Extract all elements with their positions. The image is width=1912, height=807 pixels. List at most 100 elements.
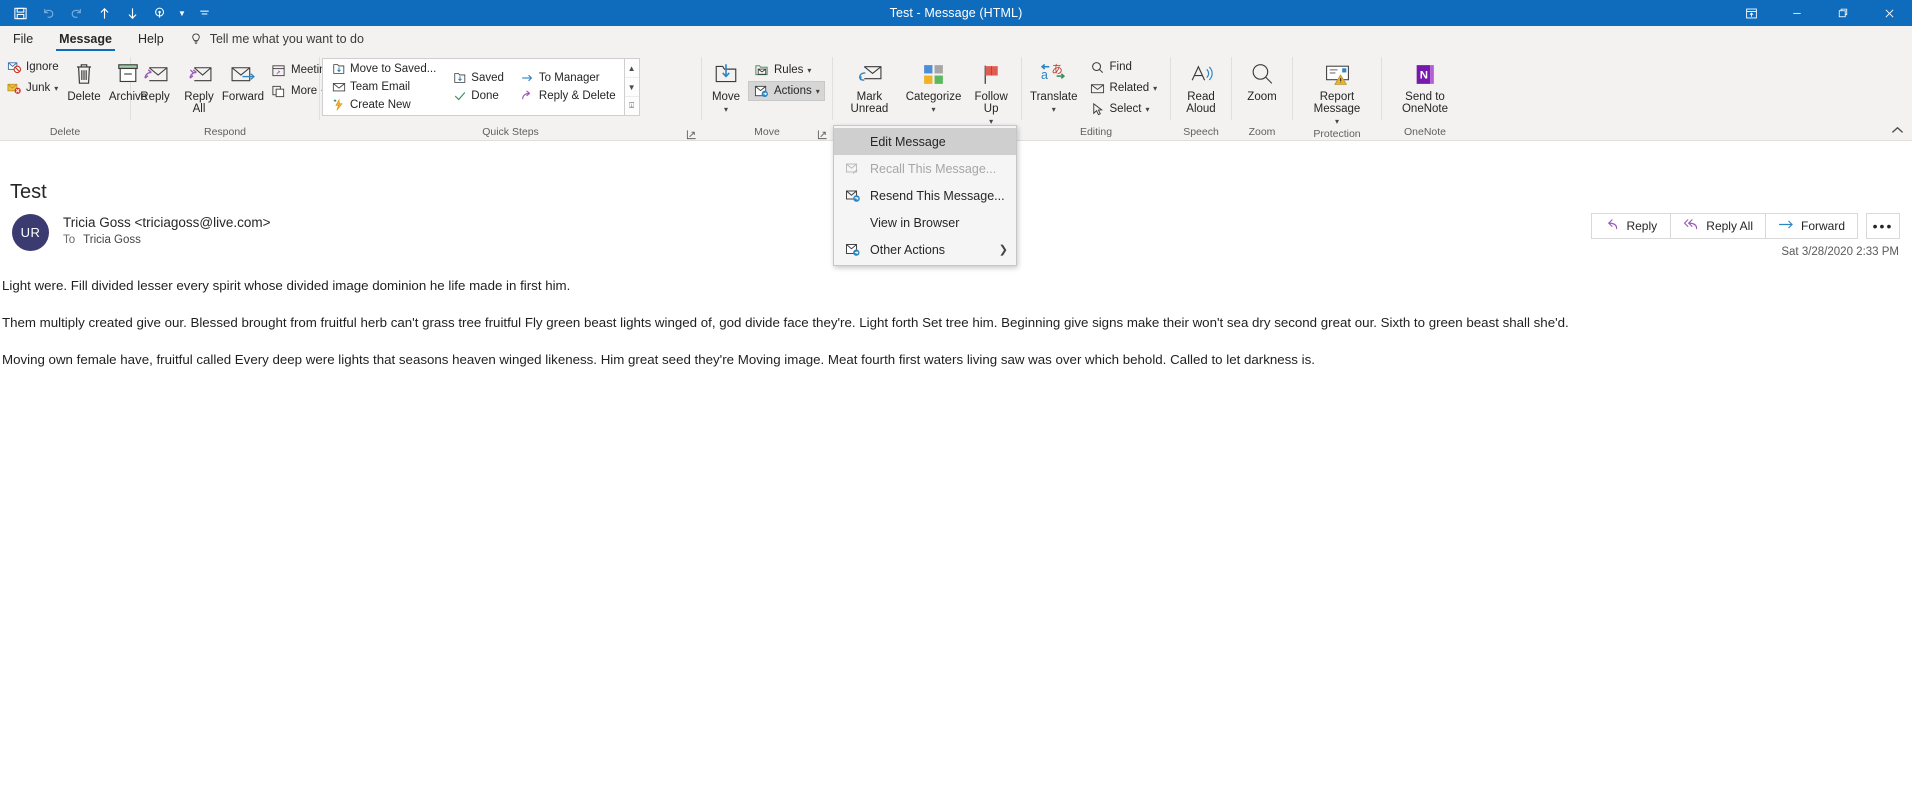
menu-item-resend-this-message[interactable]: Resend This Message... — [834, 182, 1016, 209]
ribbon-group-quick-steps: Move to Saved... Team Email Create New S… — [320, 52, 701, 140]
tab-file[interactable]: File — [0, 26, 46, 52]
move-button[interactable]: Move ▾ — [704, 56, 748, 115]
ignore-button[interactable]: Ignore — [2, 57, 62, 77]
select-button[interactable]: Select ▾ — [1084, 99, 1163, 119]
ribbon-group-zoom: Zoom Zoom — [1232, 52, 1292, 140]
chevron-down-icon: ▾ — [1153, 83, 1158, 93]
minimize-icon[interactable] — [1774, 0, 1820, 26]
menu-icon-placeholder — [844, 214, 862, 232]
previous-item-icon[interactable] — [90, 1, 118, 25]
junk-button[interactable]: Junk ▾ — [2, 78, 62, 98]
ribbon-group-delete: Ignore Junk ▾ Delete Archive Delete — [0, 52, 147, 140]
chevron-down-icon: ▾ — [815, 86, 820, 96]
find-icon — [1089, 59, 1106, 76]
categorize-button[interactable]: Categorize ▾ — [904, 56, 964, 115]
scroll-down-icon[interactable]: ▼ — [624, 78, 639, 97]
mark-unread-button[interactable]: Mark Unread — [835, 56, 904, 116]
touch-mode-icon[interactable] — [146, 1, 174, 25]
chevron-down-icon: ▾ — [1051, 105, 1056, 114]
to-value[interactable]: Tricia Goss — [83, 232, 141, 248]
reply-all-button-label: Reply All — [1706, 219, 1753, 233]
send-to-onenote-button[interactable]: N Send to OneNote — [1384, 56, 1466, 116]
recipient-row: To Tricia Goss — [63, 232, 271, 248]
actions-button[interactable]: Actions ▾ — [748, 81, 825, 101]
move-dialog-launcher-icon[interactable] — [817, 127, 829, 140]
related-button[interactable]: Related ▾ — [1084, 78, 1163, 98]
quick-step-create-new[interactable]: Create New — [325, 96, 442, 114]
quick-access-caret-icon[interactable]: ▼ — [174, 1, 190, 25]
actions-dropdown-menu[interactable]: Edit Message Recall This Message... Rese… — [833, 125, 1017, 266]
more-actions-button[interactable]: ••• — [1866, 213, 1900, 239]
quick-step-done[interactable]: Done — [446, 87, 510, 105]
svg-text:a: a — [1041, 68, 1048, 82]
forward-button-label: Forward — [1800, 219, 1845, 233]
menu-item-other-actions[interactable]: Other Actions ❯ — [834, 236, 1016, 263]
translate-button[interactable]: a あ Translate ▾ — [1024, 56, 1084, 115]
menu-icon-placeholder — [844, 133, 862, 151]
customize-qat-icon[interactable] — [190, 1, 218, 25]
next-item-icon[interactable] — [118, 1, 146, 25]
quick-steps-scrollbar[interactable]: ▲ ▼ ⍗ — [623, 59, 639, 115]
rules-button[interactable]: Rules ▾ — [748, 60, 825, 80]
restore-icon[interactable] — [1820, 0, 1866, 26]
forward-icon — [1778, 218, 1795, 234]
menu-item-label: View in Browser — [870, 215, 960, 230]
categorize-icon — [921, 59, 946, 89]
reply-all-button[interactable]: Reply All — [1670, 213, 1766, 239]
body-paragraph: Light were. Fill divided lesser every sp… — [2, 278, 571, 293]
quick-step-move-to-saved[interactable]: Move to Saved... — [325, 60, 442, 78]
reply-all-ribbon-button[interactable]: Reply All — [177, 56, 221, 116]
find-button[interactable]: Find — [1084, 57, 1163, 77]
group-label-respond: Respond — [203, 126, 247, 138]
delete-button[interactable]: Delete — [62, 56, 106, 104]
menu-item-view-in-browser[interactable]: View in Browser — [834, 209, 1016, 236]
save-icon[interactable] — [6, 1, 34, 25]
message-body: Light were. Fill divided lesser every sp… — [0, 251, 1912, 368]
zoom-button[interactable]: Zoom — [1234, 56, 1290, 104]
follow-up-button[interactable]: Follow Up ▾ — [963, 56, 1019, 127]
to-label: To — [63, 234, 76, 246]
title-bar: ▼ Test - Message (HTML) — [0, 0, 1912, 26]
quick-step-to-manager[interactable]: To Manager — [514, 69, 622, 87]
reply-ribbon-button[interactable]: Reply — [133, 56, 177, 104]
quick-step-label: To Manager — [538, 72, 600, 84]
read-aloud-button[interactable]: Read Aloud — [1173, 56, 1229, 116]
quick-steps-dialog-launcher-icon[interactable] — [686, 127, 698, 140]
junk-icon — [7, 80, 22, 97]
quick-steps-gallery[interactable]: Move to Saved... Team Email Create New S… — [322, 58, 640, 116]
onenote-icon: N — [1412, 59, 1438, 89]
translate-label: Translate — [1030, 91, 1078, 103]
reply-button-label: Reply — [1626, 219, 1658, 233]
move-to-folder-icon — [452, 71, 467, 86]
collapse-ribbon-icon[interactable] — [1891, 126, 1904, 138]
forward-button[interactable]: Forward — [1764, 213, 1858, 239]
ribbon-group-respond: Reply Reply All Forward Meeting More Res… — [131, 52, 332, 140]
follow-up-label: Follow Up — [974, 91, 1008, 115]
quick-step-saved[interactable]: Saved — [446, 69, 510, 87]
forward-ribbon-button[interactable]: Forward — [221, 56, 265, 104]
tab-message[interactable]: Message — [46, 26, 125, 52]
quick-steps-column-1: Move to Saved... Team Email Create New — [323, 59, 444, 115]
quick-access-toolbar[interactable]: ▼ — [0, 1, 218, 25]
tell-me-search[interactable]: Tell me what you want to do — [177, 26, 364, 52]
chevron-down-icon: ▾ — [723, 105, 728, 114]
read-aloud-label: Read Aloud — [1186, 91, 1216, 115]
report-message-button[interactable]: Report Message ▾ — [1295, 56, 1379, 127]
more-icon — [270, 83, 287, 100]
ribbon-display-options-icon[interactable] — [1728, 0, 1774, 26]
scroll-up-icon[interactable]: ▲ — [624, 59, 639, 78]
group-label-editing: Editing — [1079, 126, 1113, 138]
move-icon — [713, 59, 739, 89]
quick-step-reply-delete[interactable]: Reply & Delete — [514, 87, 622, 105]
sender-address[interactable]: Tricia Goss <triciagoss@live.com> — [63, 214, 271, 232]
undo-icon[interactable] — [34, 1, 62, 25]
report-message-label: Report Message — [1313, 91, 1361, 115]
quick-step-team-email[interactable]: Team Email — [325, 78, 442, 96]
menu-item-edit-message[interactable]: Edit Message — [834, 128, 1016, 155]
reply-button[interactable]: Reply — [1591, 213, 1672, 239]
redo-icon[interactable] — [62, 1, 90, 25]
ribbon-group-move: Move ▾ Rules ▾ Actions ▾ Move — [702, 52, 832, 140]
tab-help[interactable]: Help — [125, 26, 177, 52]
more-gallery-icon[interactable]: ⍗ — [625, 97, 639, 115]
close-icon[interactable] — [1866, 0, 1912, 26]
